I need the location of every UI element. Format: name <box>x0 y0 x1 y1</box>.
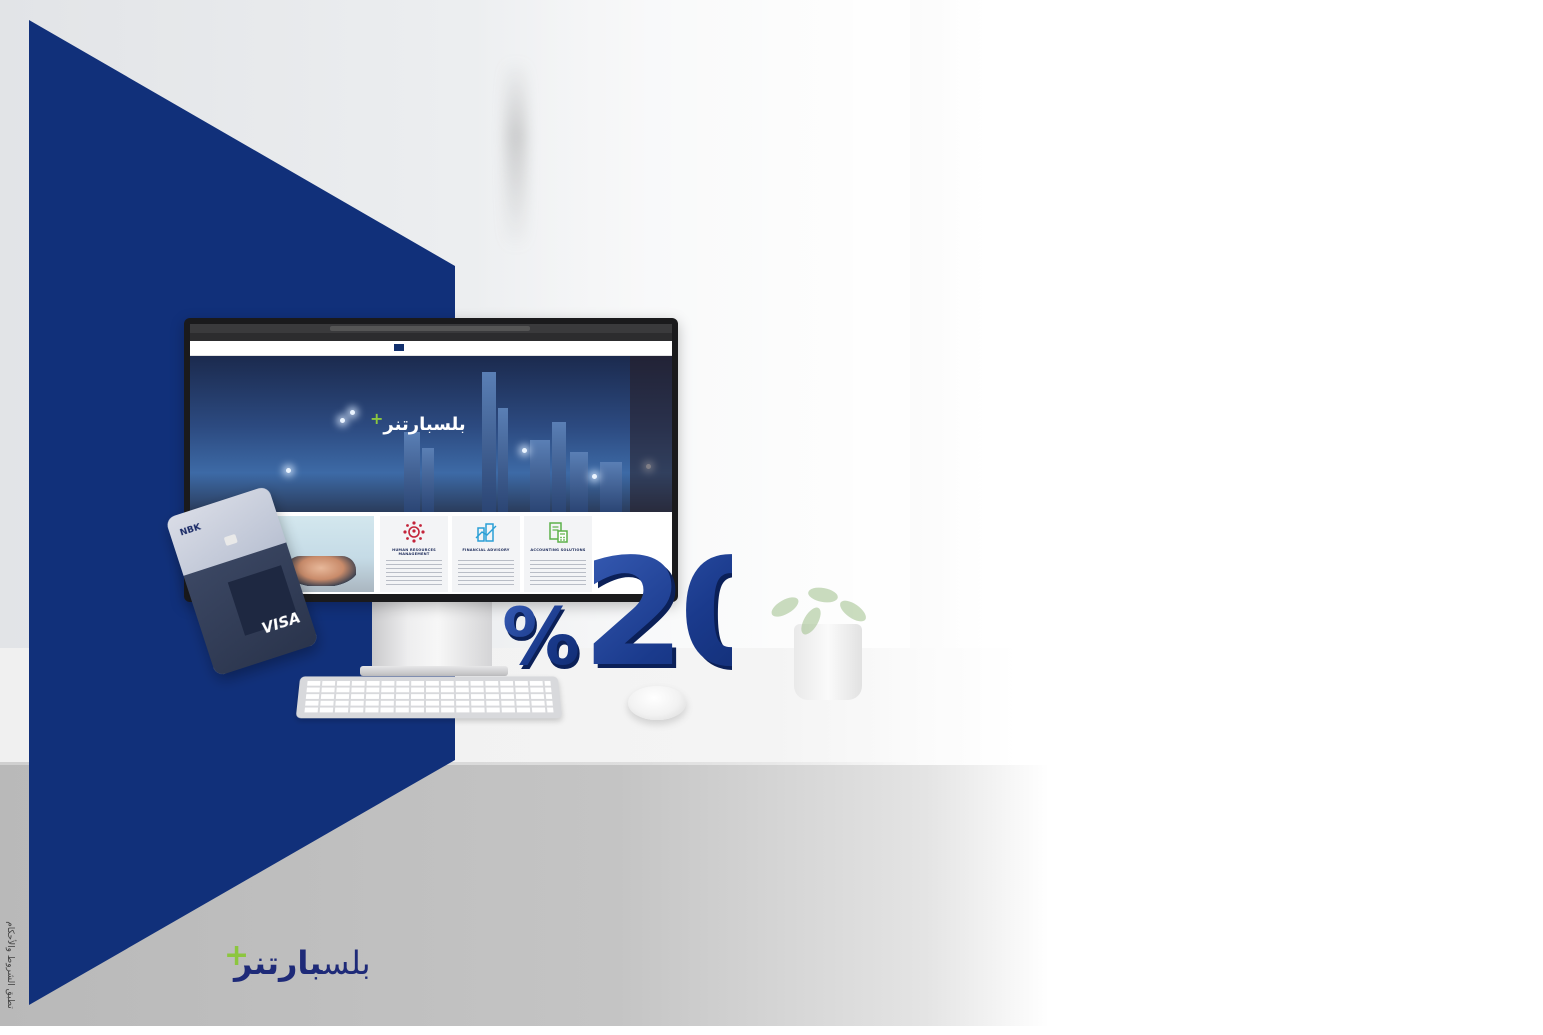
service-card-hr[interactable]: HUMAN RESOURCES MANAGEMENT <box>380 516 448 592</box>
hero-side-panel <box>630 356 672 512</box>
keyboard <box>295 676 563 719</box>
terms-disclaimer: تطبق الشروط والأحكام <box>5 921 15 1009</box>
keyboard-keys <box>304 681 554 714</box>
plus-icon: + <box>224 938 250 973</box>
monitor-stand-base <box>360 666 508 676</box>
discount-percent-graphic: 20 20 % % <box>502 544 732 674</box>
monitor-stand <box>372 602 492 672</box>
site-navigation <box>190 341 672 356</box>
skyline-tower <box>498 408 508 512</box>
browser-tabs <box>190 333 672 341</box>
street-light <box>592 474 597 479</box>
skyline-tower <box>422 448 434 512</box>
nav-item[interactable] <box>450 344 460 351</box>
hero-logo: + بلسبارتنر <box>370 409 466 435</box>
card-bank-logo: NBK <box>178 522 203 539</box>
plant-pot <box>794 624 862 700</box>
browser-toolbar <box>190 324 672 333</box>
calculator-document-icon <box>549 522 568 543</box>
card-chip <box>223 533 238 547</box>
skyline-tower <box>600 462 622 512</box>
skyline-tower <box>530 440 550 512</box>
skyline-tower <box>404 432 420 512</box>
logo-light-text: بلس <box>322 944 371 982</box>
address-bar[interactable] <box>330 326 530 331</box>
mouse <box>628 686 686 720</box>
nav-item[interactable] <box>430 344 440 351</box>
nav-item[interactable] <box>412 344 422 351</box>
street-light <box>522 448 527 453</box>
skyline-tower <box>552 422 566 512</box>
street-light <box>350 410 355 415</box>
skyline-tower <box>482 372 496 512</box>
percent-symbol: % <box>502 593 580 674</box>
street-light <box>286 468 291 473</box>
service-title: HUMAN RESOURCES MANAGEMENT <box>392 548 436 556</box>
buildings-chart-icon <box>475 523 497 542</box>
nav-item-active[interactable] <box>394 344 404 351</box>
people-network-icon <box>403 521 425 543</box>
partner-plus-logo: + بلسبارتنر <box>224 938 371 982</box>
skyline-tower <box>570 452 588 512</box>
street-light <box>340 418 345 423</box>
discount-value: 20 <box>582 544 732 674</box>
service-description <box>386 560 442 588</box>
